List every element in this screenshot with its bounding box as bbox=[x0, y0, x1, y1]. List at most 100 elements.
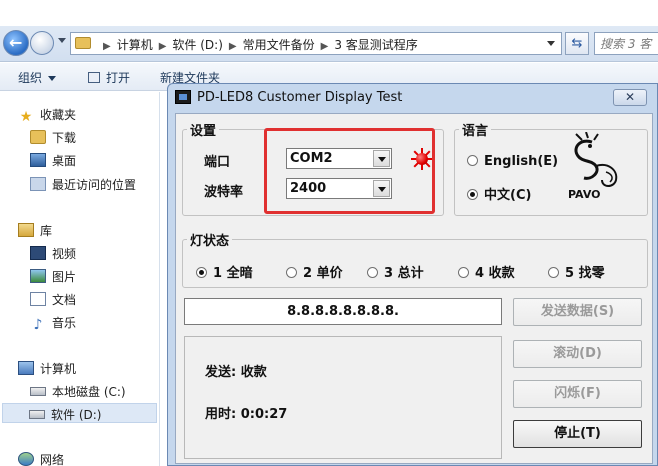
recent-places-icon bbox=[30, 177, 46, 191]
forward-arrow-icon[interactable] bbox=[30, 31, 54, 55]
blink-button[interactable]: 闪烁(F) bbox=[513, 380, 642, 408]
dialog-title: PD-LED8 Customer Display Test bbox=[197, 90, 403, 105]
nav-desktop[interactable]: 桌面 bbox=[30, 152, 76, 172]
lamp-option-label: 5 找零 bbox=[565, 266, 605, 281]
navigation-pane: ★ 收藏夹 下载 桌面 最近访问的位置 库 视频 图片 文档 ♪ 音乐 计算机 本地… bbox=[0, 92, 160, 466]
hard-drive-icon bbox=[29, 410, 45, 419]
close-button[interactable]: ✕ bbox=[613, 89, 647, 106]
app-icon bbox=[175, 90, 191, 104]
stop-button[interactable]: 停止(T) bbox=[513, 420, 642, 448]
open-icon bbox=[88, 72, 100, 83]
breadcrumb-backup[interactable]: 常用文件备份 bbox=[243, 38, 315, 52]
nav-label: 音乐 bbox=[52, 316, 77, 330]
display-value-field[interactable]: 8.8.8.8.8.8.8.8. bbox=[184, 298, 502, 325]
lamp-change-radio[interactable]: 5 找零 bbox=[548, 262, 605, 281]
close-icon: ✕ bbox=[624, 90, 636, 104]
dialog-titlebar[interactable]: PD-LED8 Customer Display Test ✕ bbox=[168, 84, 657, 112]
nav-label: 下载 bbox=[52, 131, 77, 145]
nav-drive-d[interactable]: 软件 (D:) bbox=[2, 403, 157, 423]
hard-drive-icon bbox=[30, 387, 46, 396]
lamp-option-label: 4 收款 bbox=[475, 266, 515, 281]
pavo-logo-text: PAVO bbox=[568, 188, 601, 201]
lamp-all-off-radio[interactable]: 1 全暗 bbox=[196, 262, 253, 281]
library-icon bbox=[18, 223, 34, 237]
settings-legend: 设置 bbox=[190, 124, 217, 139]
desktop-icon bbox=[30, 153, 46, 167]
breadcrumb-test-program[interactable]: 3 客显测试程序 bbox=[334, 38, 417, 52]
nav-drive-c[interactable]: 本地磁盘 (C:) bbox=[30, 383, 126, 403]
chevron-right-icon: ▶ bbox=[228, 41, 237, 52]
scroll-button[interactable]: 滚动(D) bbox=[513, 340, 642, 368]
video-icon bbox=[30, 246, 46, 260]
nav-pictures[interactable]: 图片 bbox=[30, 268, 76, 288]
nav-computer[interactable]: 计算机 bbox=[18, 360, 76, 380]
customer-display-test-dialog: PD-LED8 Customer Display Test ✕ 设置 端口 CO… bbox=[167, 83, 658, 466]
nav-label: 桌面 bbox=[52, 154, 77, 168]
nav-videos[interactable]: 视频 bbox=[30, 245, 76, 265]
nav-label: 收藏夹 bbox=[40, 108, 77, 122]
lamp-status-legend: 灯状态 bbox=[190, 234, 230, 249]
nav-favorites[interactable]: ★ 收藏夹 bbox=[18, 106, 76, 126]
nav-label: 库 bbox=[40, 224, 53, 238]
open-label: 打开 bbox=[106, 71, 131, 85]
baud-rate-label: 波特率 bbox=[204, 185, 244, 200]
dialog-client-area: 设置 端口 COM2 波特率 2400 语言 English(E) 中文(C) bbox=[175, 113, 653, 464]
folder-icon bbox=[75, 37, 91, 49]
star-icon: ★ bbox=[19, 109, 33, 125]
language-english-radio[interactable]: English(E) bbox=[467, 154, 558, 169]
back-arrow-icon[interactable] bbox=[3, 30, 29, 56]
nav-label: 文档 bbox=[52, 293, 77, 307]
lamp-collect-radio[interactable]: 4 收款 bbox=[458, 262, 515, 281]
breadcrumb-drive-d[interactable]: 软件 (D:) bbox=[172, 38, 222, 52]
nav-label: 计算机 bbox=[40, 362, 77, 376]
chevron-right-icon: ▶ bbox=[158, 41, 167, 52]
breadcrumb-computer[interactable]: 计算机 bbox=[117, 38, 153, 52]
address-dropdown-icon[interactable] bbox=[547, 41, 555, 46]
radio-indicator-selected bbox=[467, 189, 478, 200]
pictures-icon bbox=[30, 269, 46, 283]
nav-music[interactable]: ♪ 音乐 bbox=[30, 314, 76, 334]
downloads-folder-icon bbox=[30, 130, 46, 144]
search-input[interactable] bbox=[595, 33, 658, 54]
organize-label: 组织 bbox=[18, 71, 43, 85]
music-note-icon: ♪ bbox=[33, 317, 43, 333]
language-chinese-label: 中文(C) bbox=[484, 188, 532, 203]
address-bar-row: ▶ 计算机 ▶ 软件 (D:) ▶ 常用文件备份 ▶ 3 客显测试程序 ⇆ bbox=[0, 26, 658, 62]
lamp-total-radio[interactable]: 3 总计 bbox=[367, 262, 424, 281]
chevron-right-icon: ▶ bbox=[103, 41, 111, 52]
nav-label: 视频 bbox=[52, 247, 77, 261]
nav-downloads[interactable]: 下载 bbox=[30, 129, 76, 149]
radio-indicator bbox=[467, 155, 478, 166]
radio-indicator bbox=[286, 267, 297, 278]
lamp-option-label: 2 单价 bbox=[303, 266, 343, 281]
send-data-button[interactable]: 发送数据(S) bbox=[513, 298, 642, 326]
info-panel: 发送: 收款 用时: 0:0:27 bbox=[184, 336, 502, 459]
caret-down-icon bbox=[48, 76, 57, 81]
annotation-highlight-box bbox=[264, 128, 435, 214]
nav-network[interactable]: 网络 bbox=[18, 451, 64, 466]
radio-indicator bbox=[367, 267, 378, 278]
computer-icon bbox=[18, 361, 34, 375]
breadcrumb: ▶ 计算机 ▶ 软件 (D:) ▶ 常用文件备份 ▶ 3 客显测试程序 bbox=[97, 36, 418, 53]
language-english-label: English(E) bbox=[484, 154, 559, 169]
lamp-option-label: 1 全暗 bbox=[213, 266, 253, 281]
address-box[interactable]: ▶ 计算机 ▶ 软件 (D:) ▶ 常用文件备份 ▶ 3 客显测试程序 bbox=[70, 32, 562, 55]
radio-indicator-selected bbox=[196, 267, 207, 278]
refresh-button[interactable]: ⇆ bbox=[565, 32, 589, 55]
search-box[interactable] bbox=[594, 32, 658, 55]
network-icon bbox=[18, 452, 34, 466]
refresh-icon: ⇆ bbox=[571, 36, 583, 51]
open-button[interactable]: 打开 bbox=[88, 69, 130, 86]
language-chinese-radio[interactable]: 中文(C) bbox=[467, 184, 531, 203]
elapsed-time-text: 用时: 0:0:27 bbox=[205, 407, 288, 422]
nav-label: 最近访问的位置 bbox=[52, 178, 137, 192]
nav-label: 软件 (D:) bbox=[51, 408, 102, 422]
history-dropdown-icon[interactable] bbox=[58, 38, 66, 43]
nav-libraries[interactable]: 库 bbox=[18, 222, 52, 242]
lamp-unit-price-radio[interactable]: 2 单价 bbox=[286, 262, 343, 281]
nav-documents[interactable]: 文档 bbox=[30, 291, 76, 311]
organize-button[interactable]: 组织 bbox=[18, 69, 57, 86]
nav-recent-places[interactable]: 最近访问的位置 bbox=[30, 176, 136, 196]
send-status-text: 发送: 收款 bbox=[205, 365, 267, 380]
radio-indicator bbox=[548, 267, 559, 278]
